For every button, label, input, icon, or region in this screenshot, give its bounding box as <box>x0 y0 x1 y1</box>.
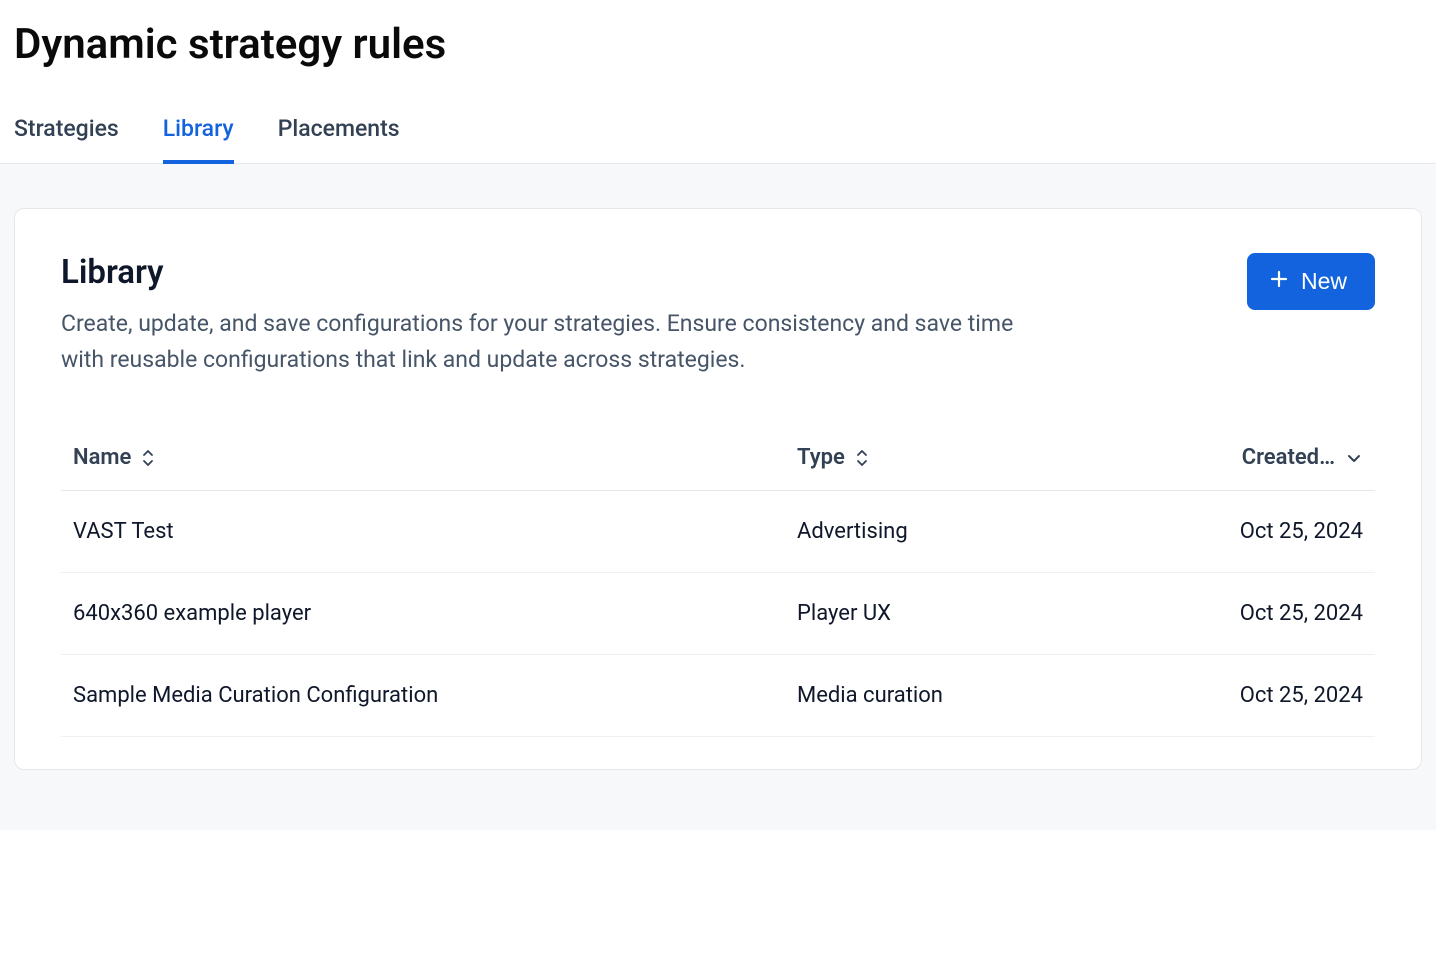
card-header: Library Create, update, and save configu… <box>61 253 1375 377</box>
card-title: Library <box>61 253 1021 292</box>
card-header-text: Library Create, update, and save configu… <box>61 253 1021 377</box>
column-header-created-label: Created… <box>1242 445 1335 470</box>
tab-placements[interactable]: Placements <box>278 115 400 164</box>
tab-strategies[interactable]: Strategies <box>14 115 119 164</box>
card-description: Create, update, and save configurations … <box>61 306 1021 377</box>
page: Dynamic strategy rules Strategies Librar… <box>0 0 1436 968</box>
cell-type: Advertising <box>785 491 1101 573</box>
column-header-name-label: Name <box>73 445 131 470</box>
column-header-created[interactable]: Created… <box>1101 429 1375 491</box>
cell-created: Oct 25, 2024 <box>1101 491 1375 573</box>
library-card: Library Create, update, and save configu… <box>14 208 1422 770</box>
page-title: Dynamic strategy rules <box>0 0 1436 75</box>
cell-name: 640x360 example player <box>61 573 785 655</box>
table-row[interactable]: Sample Media Curation Configuration Medi… <box>61 655 1375 737</box>
sort-icon <box>141 449 155 467</box>
column-header-type-label: Type <box>797 445 845 470</box>
tab-library[interactable]: Library <box>163 115 234 164</box>
tabs: Strategies Library Placements <box>0 75 1436 164</box>
library-table: Name Type <box>61 429 1375 737</box>
plus-icon <box>1269 268 1289 295</box>
new-button[interactable]: New <box>1247 253 1375 310</box>
content-area: Library Create, update, and save configu… <box>0 164 1436 830</box>
cell-created: Oct 25, 2024 <box>1101 573 1375 655</box>
cell-name: Sample Media Curation Configuration <box>61 655 785 737</box>
column-header-type[interactable]: Type <box>785 429 1101 491</box>
cell-created: Oct 25, 2024 <box>1101 655 1375 737</box>
table-row[interactable]: 640x360 example player Player UX Oct 25,… <box>61 573 1375 655</box>
table-row[interactable]: VAST Test Advertising Oct 25, 2024 <box>61 491 1375 573</box>
cell-type: Player UX <box>785 573 1101 655</box>
column-header-name[interactable]: Name <box>61 429 785 491</box>
cell-name: VAST Test <box>61 491 785 573</box>
chevron-down-icon <box>1345 449 1363 467</box>
new-button-label: New <box>1301 268 1347 295</box>
sort-icon <box>855 449 869 467</box>
cell-type: Media curation <box>785 655 1101 737</box>
